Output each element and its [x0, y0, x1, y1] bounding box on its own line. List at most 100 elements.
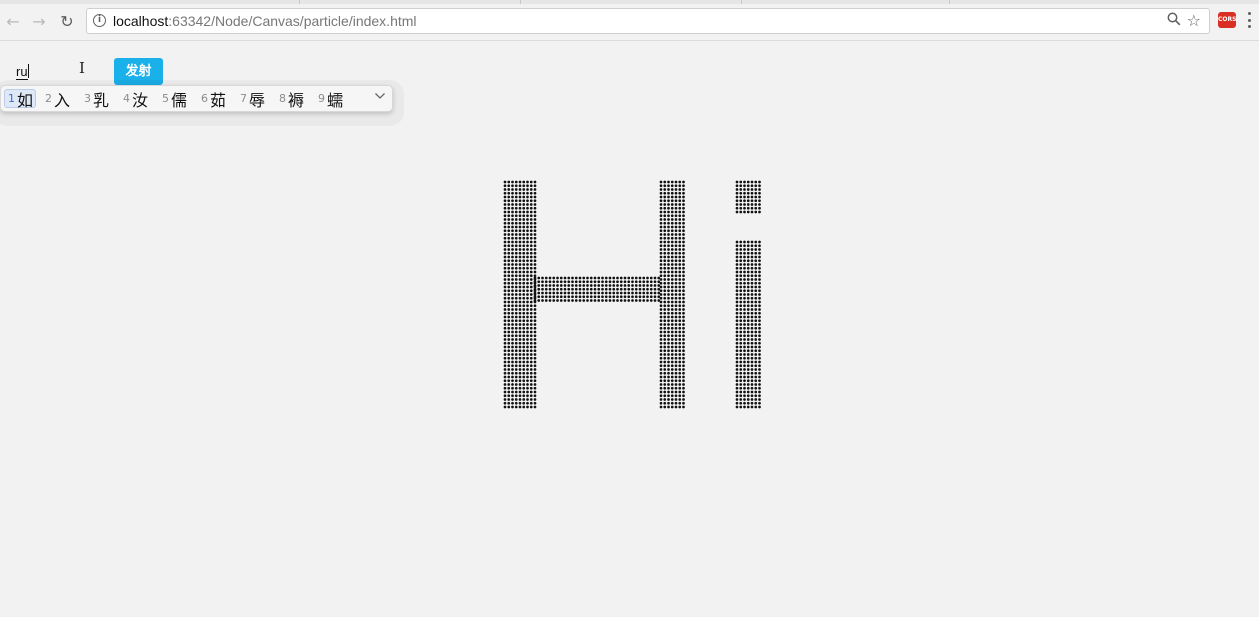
particle-dot — [670, 244, 674, 248]
particle-dot — [678, 356, 682, 360]
star-icon[interactable]: ☆ — [1187, 11, 1201, 30]
particle-dot — [743, 390, 746, 394]
particle-dot — [646, 295, 649, 299]
particle-dot — [667, 221, 670, 225]
particle-dot — [627, 280, 631, 284]
particle-dot — [653, 276, 657, 280]
particle-dot — [503, 330, 507, 334]
particle-dot — [758, 326, 761, 330]
particle-dot — [514, 270, 518, 274]
particle-dot — [739, 285, 743, 289]
particle-dot — [758, 334, 761, 338]
particle-dot — [657, 284, 661, 287]
particle-dot — [743, 371, 746, 375]
back-icon[interactable]: ← — [2, 10, 24, 32]
info-icon[interactable]: i — [93, 14, 106, 27]
particle-dot — [589, 295, 593, 299]
particle-dot — [735, 259, 739, 263]
particle-dot — [522, 394, 526, 398]
particle-dot — [667, 353, 670, 356]
particle-dot — [567, 295, 571, 299]
magnifier-icon[interactable] — [1167, 12, 1181, 30]
particle-dot — [735, 304, 739, 308]
tab-separator — [949, 0, 950, 4]
particle-dot — [503, 296, 507, 300]
particle-dot — [670, 203, 674, 206]
particle-dot — [526, 263, 529, 266]
particle-dot — [529, 195, 533, 199]
particle-dot — [659, 323, 663, 326]
particle-dot — [563, 284, 567, 287]
particle-dot — [667, 244, 670, 248]
particle-dot — [511, 386, 514, 390]
particle-dot — [682, 180, 685, 184]
particle-dot — [601, 295, 604, 299]
particle-dot — [754, 386, 758, 390]
particle-dot — [511, 214, 514, 218]
particle-dot — [739, 311, 743, 315]
particle-dot — [754, 368, 758, 371]
particle-dot — [754, 304, 758, 308]
particle-dot — [659, 311, 663, 315]
particle-dot — [578, 276, 582, 280]
particle-dot — [682, 401, 685, 405]
particle-dot — [659, 214, 663, 218]
particle-dot — [678, 386, 682, 390]
particle-dot — [522, 233, 526, 236]
address-bar[interactable]: i localhost:63342/Node/Canvas/particle/i… — [86, 8, 1210, 34]
particle-dot — [670, 218, 674, 221]
particle-dot — [670, 266, 674, 270]
particle-dot — [552, 291, 556, 295]
particle-dot — [670, 285, 674, 289]
particle-dot — [667, 356, 670, 360]
particle-dot — [735, 315, 739, 319]
kebab-menu-icon[interactable] — [1247, 12, 1251, 28]
particle-dot — [682, 319, 685, 323]
particle-dot — [642, 280, 646, 284]
particle-dot — [511, 240, 514, 244]
particle-dot — [511, 225, 514, 229]
particle-dot — [533, 276, 537, 280]
particle-dot — [526, 278, 529, 281]
particle-dot — [619, 276, 623, 280]
particle-dot — [556, 276, 559, 280]
particle-dot — [750, 390, 754, 394]
particle-dot — [750, 281, 754, 285]
particle-dot — [750, 315, 754, 319]
particle-dot — [682, 345, 685, 349]
particle-dot — [743, 281, 746, 285]
particle-dot — [522, 278, 526, 281]
particle-dot — [750, 180, 754, 184]
particle-dot — [743, 251, 746, 255]
particle-dot — [507, 323, 511, 326]
particle-dot — [544, 287, 548, 291]
particle-dot — [503, 236, 507, 240]
particle-dot — [582, 284, 586, 287]
particle-dot — [631, 291, 634, 295]
particle-dot — [674, 345, 678, 349]
particle-dot — [623, 295, 627, 299]
particle-dot — [518, 398, 522, 401]
particle-dot — [526, 323, 529, 326]
particle-dot — [529, 338, 533, 341]
cors-extension-icon[interactable]: CORS — [1218, 12, 1236, 28]
particle-dot — [750, 353, 754, 356]
particle-dot — [619, 295, 623, 299]
particle-dot — [533, 353, 537, 356]
particle-dot — [674, 394, 678, 398]
particle-dot — [667, 323, 670, 326]
url-text[interactable]: localhost:63342/Node/Canvas/particle/ind… — [113, 13, 417, 29]
particle-dot — [667, 308, 670, 311]
particle-dot — [514, 278, 518, 281]
particle-dot — [758, 270, 761, 274]
particle-dot — [533, 323, 537, 326]
particle-dot — [544, 276, 548, 280]
particle-dot — [743, 248, 746, 251]
reload-icon[interactable]: ↻ — [56, 10, 78, 32]
particle-dot — [522, 221, 526, 225]
particle-dot — [667, 341, 670, 345]
particle-dot — [746, 330, 750, 334]
forward-icon[interactable]: → — [28, 10, 50, 32]
particle-dot — [582, 295, 586, 299]
particle-dot — [659, 386, 663, 390]
